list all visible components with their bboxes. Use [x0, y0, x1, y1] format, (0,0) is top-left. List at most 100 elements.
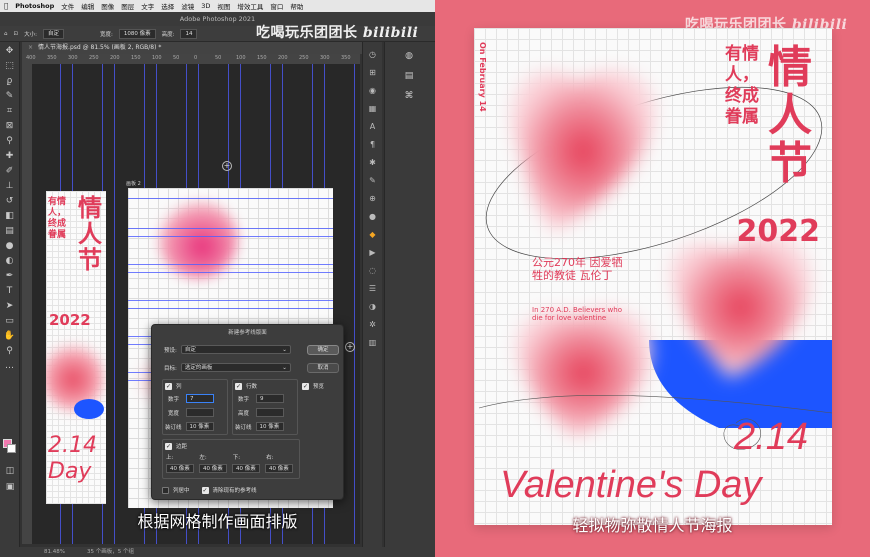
rows-label: 行数: [246, 384, 258, 390]
menu-view[interactable]: 视图: [217, 1, 230, 11]
3d-panel-icon[interactable]: ✲: [368, 320, 378, 330]
stamp-tool-icon[interactable]: ⊥: [4, 180, 16, 192]
size-select[interactable]: 自定: [42, 28, 64, 39]
menu-select[interactable]: 选择: [161, 1, 174, 11]
height-input[interactable]: 14: [180, 28, 198, 39]
screen-mode-icon[interactable]: ▣: [4, 481, 16, 493]
quick-select-icon[interactable]: ✎: [4, 90, 16, 102]
poster-preview-area: 吃喝玩乐团团长 bilibili On February 14 有情人，终成眷属…: [435, 0, 870, 557]
col-gutter-input[interactable]: 10 像素: [185, 422, 214, 431]
vertical-ruler[interactable]: [22, 64, 32, 544]
margin-right-input[interactable]: 40 像素: [265, 464, 293, 473]
apple-icon[interactable]: : [4, 2, 8, 10]
adjust-panel-icon[interactable]: ◌: [368, 266, 378, 276]
row-gutter-input[interactable]: 10 像素: [255, 422, 284, 431]
libraries-panel-icon[interactable]: ☰: [368, 284, 378, 294]
add-artboard-icon[interactable]: +: [345, 342, 355, 352]
frame-tool-icon[interactable]: ⊠: [4, 120, 16, 132]
menu-type[interactable]: 文字: [141, 1, 154, 11]
preset-select[interactable]: 自定 ⌄: [180, 345, 291, 354]
guide-line: [128, 308, 333, 309]
clear-guides-checkbox[interactable]: ✓: [201, 486, 209, 494]
properties-panel-icon[interactable]: ⊞: [368, 68, 378, 78]
guide-line: [128, 228, 333, 229]
margin-bottom-input[interactable]: 40 像素: [232, 464, 260, 473]
actions-panel-icon[interactable]: ▶: [368, 248, 378, 258]
eyedropper-icon[interactable]: ⚲: [4, 135, 16, 147]
row-height-label: 高度: [238, 410, 250, 417]
col-number-input[interactable]: 7: [186, 394, 214, 403]
margin-checkbox[interactable]: ✓: [165, 442, 172, 450]
document-info[interactable]: 35 个画板，5 个组: [87, 547, 134, 557]
margin-left-input[interactable]: 40 像素: [199, 464, 227, 473]
eraser-icon[interactable]: ◧: [4, 210, 16, 222]
move-tool-icon[interactable]: ✥: [4, 45, 16, 57]
background-color-swatch[interactable]: [7, 444, 16, 453]
close-tab-icon[interactable]: ×: [28, 42, 33, 54]
target-select[interactable]: 选定的画板 ⌄: [180, 363, 291, 372]
home-icon[interactable]: ⌂: [4, 31, 8, 37]
shape-tool-icon[interactable]: ▭: [4, 315, 16, 327]
row-height-input[interactable]: [256, 408, 284, 417]
center-columns-checkbox[interactable]: [162, 486, 169, 494]
margin-top-input[interactable]: 40 像素: [166, 464, 194, 473]
version-icon[interactable]: ◆: [368, 230, 378, 240]
paragraph-panel-icon[interactable]: ¶: [368, 140, 378, 150]
glyphs-panel-icon[interactable]: ✱: [368, 158, 378, 168]
gradient-tool-icon[interactable]: ▤: [4, 225, 16, 237]
layers-panel-icon[interactable]: ▤: [403, 70, 415, 82]
swatches-panel-icon[interactable]: ▦: [368, 104, 378, 114]
learn-panel-icon[interactable]: ◍: [403, 50, 415, 62]
dodge-tool-icon[interactable]: ◐: [4, 255, 16, 267]
width-input[interactable]: 1080 像素: [118, 28, 156, 39]
paths-panel-icon[interactable]: ⌘: [403, 90, 415, 102]
width-label: 宽度:: [99, 31, 113, 38]
zoom-tool-icon[interactable]: ⚲: [4, 345, 16, 357]
zoom-level[interactable]: 81.48%: [44, 547, 65, 557]
cancel-button[interactable]: 取消: [307, 363, 339, 373]
notes-panel-icon[interactable]: ●: [368, 212, 378, 222]
crop-tool-icon[interactable]: ⌗: [4, 105, 16, 117]
add-artboard-icon[interactable]: +: [222, 161, 232, 171]
more-tools-icon[interactable]: …: [4, 360, 16, 372]
artboard-tool-icon[interactable]: ⊡: [14, 31, 19, 37]
col-width-input[interactable]: [186, 408, 214, 417]
styles-panel-icon[interactable]: ◑: [368, 302, 378, 312]
clone-source-icon[interactable]: ⊕: [368, 194, 378, 204]
columns-checkbox[interactable]: ✓: [165, 382, 172, 390]
row-number-input[interactable]: 9: [256, 394, 284, 403]
preview-checkbox[interactable]: ✓: [302, 382, 309, 390]
document-tab[interactable]: × 情人节海报.psd @ 81.5% (画板 2, RGB/8) *: [22, 42, 362, 54]
menu-edit[interactable]: 编辑: [81, 1, 94, 11]
type-tool-icon[interactable]: T: [4, 285, 16, 297]
menu-filter[interactable]: 滤镜: [181, 1, 194, 11]
menu-help[interactable]: 帮助: [290, 1, 303, 11]
menu-3d[interactable]: 3D: [201, 2, 210, 10]
history-panel-icon[interactable]: ◷: [368, 50, 378, 60]
history-brush-icon[interactable]: ↺: [4, 195, 16, 207]
marquee-tool-icon[interactable]: ⬚: [4, 60, 16, 72]
character-panel-icon[interactable]: A: [368, 122, 378, 132]
menu-window[interactable]: 窗口: [270, 1, 283, 11]
color-panel-icon[interactable]: ◉: [368, 86, 378, 96]
lasso-tool-icon[interactable]: ϼ: [4, 75, 16, 87]
measure-panel-icon[interactable]: ▥: [368, 338, 378, 348]
pen-tool-icon[interactable]: ✒: [4, 270, 16, 282]
blur-tool-icon[interactable]: ●: [4, 240, 16, 252]
ok-button[interactable]: 确定: [307, 345, 339, 355]
rows-checkbox[interactable]: ✓: [235, 382, 242, 390]
brush-panel-icon[interactable]: ✎: [368, 176, 378, 186]
path-select-icon[interactable]: ➤: [4, 300, 16, 312]
healing-brush-icon[interactable]: ✚: [4, 150, 16, 162]
ruler-tick-label: 50: [215, 55, 222, 61]
quick-mask-icon[interactable]: ◫: [4, 465, 16, 477]
menu-app-name[interactable]: Photoshop: [15, 2, 54, 10]
poster-date: 2.14: [734, 416, 808, 458]
menu-plugins[interactable]: 增效工具: [237, 1, 263, 11]
hand-tool-icon[interactable]: ✋: [4, 330, 16, 342]
horizontal-ruler[interactable]: 400 350 300 250 200 150 100 50 0 50 100 150 200 250 30…: [22, 54, 360, 64]
menu-layer[interactable]: 图层: [121, 1, 134, 11]
menu-image[interactable]: 图像: [101, 1, 114, 11]
brush-tool-icon[interactable]: ✐: [4, 165, 16, 177]
menu-file[interactable]: 文件: [61, 1, 74, 11]
